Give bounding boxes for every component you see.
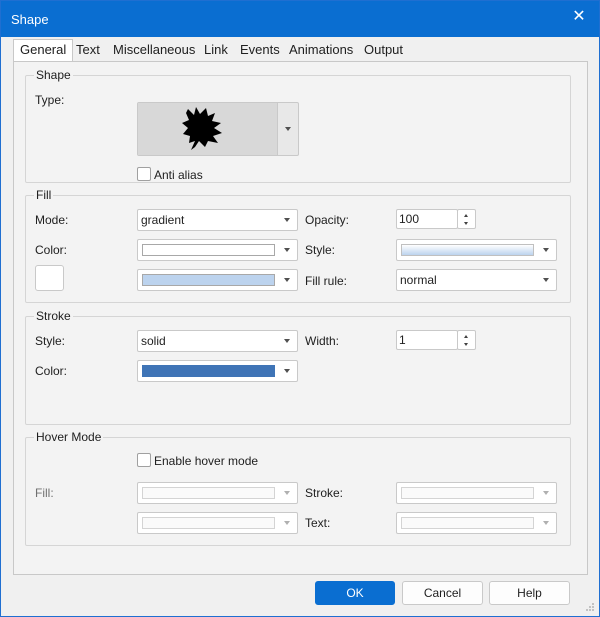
fill-style-label: Style: <box>305 243 336 257</box>
shape-dialog: Shape ✕ General Text Miscellaneous Link … <box>0 0 600 617</box>
help-button[interactable]: Help <box>489 581 570 605</box>
chevron-down-icon <box>284 339 290 343</box>
hover-stroke-select[interactable] <box>396 482 557 504</box>
stroke-width-label: Width: <box>305 334 340 348</box>
stroke-width-value: 1 <box>399 333 406 347</box>
fill-mode-value: gradient <box>141 213 185 227</box>
opacity-spin-buttons[interactable] <box>457 209 476 229</box>
color-swatch <box>401 517 534 529</box>
fill-color-2-select[interactable] <box>137 269 298 291</box>
fill-color-preview[interactable] <box>35 265 64 291</box>
color-swatch <box>401 487 534 499</box>
fill-group-title: Fill <box>34 188 54 202</box>
fill-rule-value: normal <box>400 273 437 287</box>
hover-fill-2-select[interactable] <box>137 512 298 534</box>
anti-alias-label: Anti alias <box>154 168 203 182</box>
tab-miscellaneous[interactable]: Miscellaneous <box>107 40 201 60</box>
enable-hover-label: Enable hover mode <box>154 454 259 468</box>
shape-type-select[interactable] <box>137 102 299 156</box>
stroke-style-select[interactable]: solid <box>137 330 298 352</box>
chevron-down-icon <box>284 521 290 525</box>
tab-link[interactable]: Link <box>198 40 234 60</box>
chevron-down-icon <box>284 218 290 222</box>
fill-color-1-select[interactable] <box>137 239 298 261</box>
color-swatch <box>142 244 275 256</box>
stroke-style-value: solid <box>141 334 166 348</box>
ok-button[interactable]: OK <box>315 581 395 605</box>
chevron-down-icon <box>284 369 290 373</box>
tab-events[interactable]: Events <box>234 40 286 60</box>
tab-output[interactable]: Output <box>358 40 409 60</box>
hover-text-label: Text: <box>305 516 331 530</box>
stroke-style-label: Style: <box>35 334 66 348</box>
hover-text-select[interactable] <box>396 512 557 534</box>
window-title: Shape <box>11 12 49 27</box>
type-label: Type: <box>35 93 65 107</box>
chevron-down-icon <box>284 278 290 282</box>
fill-group: Fill Mode: gradient Color: Opacity: 100 <box>25 188 571 303</box>
starburst-callout-icon <box>182 107 222 150</box>
chevron-up-icon <box>464 214 468 217</box>
hover-mode-group: Hover Mode Enable hover mode Fill: Strok… <box>25 430 571 546</box>
chevron-down-icon <box>543 491 549 495</box>
hover-mode-group-title: Hover Mode <box>34 430 104 444</box>
chevron-down-icon <box>284 248 290 252</box>
fill-rule-select[interactable]: normal <box>396 269 557 291</box>
hover-fill-select[interactable] <box>137 482 298 504</box>
chevron-down-icon <box>284 491 290 495</box>
color-swatch <box>142 365 275 377</box>
fill-color-label: Color: <box>35 243 68 257</box>
resize-grip-icon[interactable] <box>585 602 595 612</box>
chevron-down-icon <box>464 343 468 346</box>
chevron-down-icon <box>543 521 549 525</box>
chevron-down-icon <box>543 248 549 252</box>
fill-mode-select[interactable]: gradient <box>137 209 298 231</box>
gradient-swatch <box>401 244 534 256</box>
hover-fill-label: Fill: <box>35 486 54 500</box>
cancel-button[interactable]: Cancel <box>402 581 483 605</box>
close-icon[interactable]: ✕ <box>569 7 589 27</box>
chevron-down-icon <box>543 278 549 282</box>
stroke-width-input[interactable]: 1 <box>396 330 458 350</box>
opacity-label: Opacity: <box>305 213 350 227</box>
color-swatch <box>142 517 275 529</box>
opacity-input[interactable]: 100 <box>396 209 458 229</box>
stroke-color-select[interactable] <box>137 360 298 382</box>
fill-rule-label: Fill rule: <box>305 274 348 288</box>
shape-combo-divider <box>277 103 278 155</box>
general-tab-panel: Shape Type: Anti alias Fill Mode: gradie… <box>13 61 588 575</box>
tab-text[interactable]: Text <box>70 40 106 60</box>
anti-alias-checkbox[interactable] <box>137 167 151 181</box>
color-swatch <box>142 274 275 286</box>
title-bar: Shape ✕ <box>1 1 599 37</box>
stroke-width-spin-buttons[interactable] <box>457 330 476 350</box>
fill-style-select[interactable] <box>396 239 557 261</box>
enable-hover-checkbox[interactable] <box>137 453 151 467</box>
fill-mode-label: Mode: <box>35 213 69 227</box>
shape-preview <box>138 103 277 155</box>
stroke-color-label: Color: <box>35 364 68 378</box>
color-swatch <box>142 487 275 499</box>
shape-group-title: Shape <box>34 68 73 82</box>
chevron-down-icon <box>464 222 468 225</box>
tab-general[interactable]: General <box>13 39 74 62</box>
stroke-group: Stroke Style: solid Color: Width: 1 <box>25 309 571 425</box>
hover-stroke-label: Stroke: <box>305 486 344 500</box>
opacity-value: 100 <box>399 212 420 226</box>
stroke-group-title: Stroke <box>34 309 73 323</box>
chevron-up-icon <box>464 335 468 338</box>
tab-animations[interactable]: Animations <box>283 40 359 60</box>
chevron-down-icon <box>285 127 291 131</box>
shape-group: Shape Type: Anti alias <box>25 68 571 183</box>
